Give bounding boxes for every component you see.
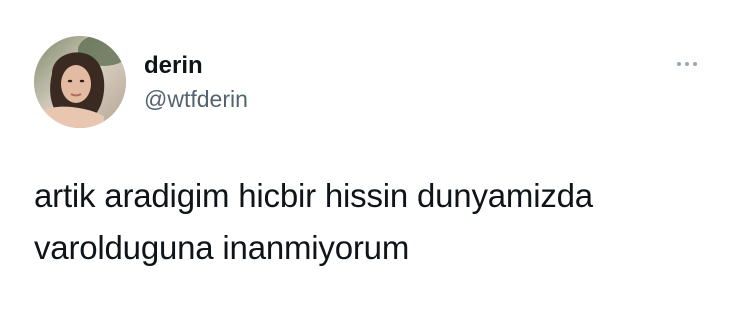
avatar[interactable]: [34, 36, 126, 128]
more-horizontal-icon-dot: [693, 62, 697, 66]
user-handle[interactable]: @wtfderin: [144, 85, 248, 113]
more-options-button[interactable]: [670, 56, 704, 72]
tweet-text-line: artik aradigim hicbir hissin dunyamizda: [34, 177, 593, 214]
more-horizontal-icon-dot: [685, 62, 689, 66]
display-name[interactable]: derin: [144, 52, 203, 80]
tweet-card: derin @wtfderin artik aradigim hicbir hi…: [0, 0, 739, 309]
profile-photo-icon: [34, 36, 126, 128]
tweet-text: artik aradigim hicbir hissin dunyamizda …: [34, 170, 714, 274]
tweet-text-line: varolduguna inanmiyorum: [34, 229, 410, 266]
more-horizontal-icon: [677, 62, 681, 66]
